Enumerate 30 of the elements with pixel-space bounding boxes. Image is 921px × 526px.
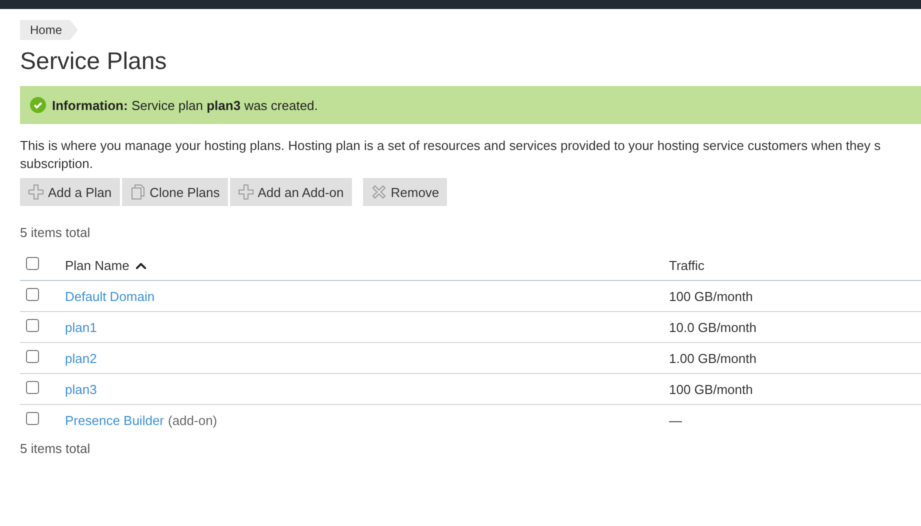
breadcrumb-link[interactable]: Home [20, 20, 78, 40]
row-checkbox[interactable] [26, 350, 39, 363]
plus-icon [28, 184, 44, 200]
description-text: This is where you manage your hosting plans. Hosting plan is a set of resources and services provided to your hosting service customers when they s [20, 137, 882, 155]
row-checkbox[interactable] [26, 319, 39, 332]
traffic-cell: 1.00 GB/month [669, 350, 756, 366]
items-total: 5 items total [20, 441, 92, 456]
plus-icon [238, 184, 254, 200]
page-title: Service Plans [20, 48, 168, 76]
message-text: Information: Service plan plan3 was created. [52, 98, 318, 112]
check-circle-icon [30, 97, 46, 113]
traffic-cell: 100 GB/month [669, 382, 753, 396]
toolbar-button[interactable]: Remove [362, 178, 448, 206]
column-header[interactable]: Traffic [669, 258, 704, 272]
column-header[interactable]: Plan Name [65, 258, 130, 272]
row-checkbox[interactable] [26, 381, 39, 394]
items-total: 5 items total [20, 225, 92, 240]
traffic-cell: 10.0 GB/month [669, 320, 756, 334]
select-all-checkbox[interactable] [26, 257, 39, 270]
traffic-cell: — [669, 412, 682, 428]
traffic-cell: 100 GB/month [669, 288, 753, 304]
close-icon [370, 184, 387, 200]
toolbar-button[interactable]: Add a Plan [20, 178, 120, 206]
toolbar-button[interactable]: Add an Add-on [230, 178, 352, 206]
addon-label: (add-on) [168, 412, 218, 428]
toolbar-button[interactable]: Clone Plans [122, 178, 228, 206]
row-checkbox[interactable] [26, 412, 39, 425]
row-checkbox[interactable] [26, 288, 39, 301]
copy-icon [130, 184, 146, 200]
description-text: subscription. [20, 155, 94, 173]
